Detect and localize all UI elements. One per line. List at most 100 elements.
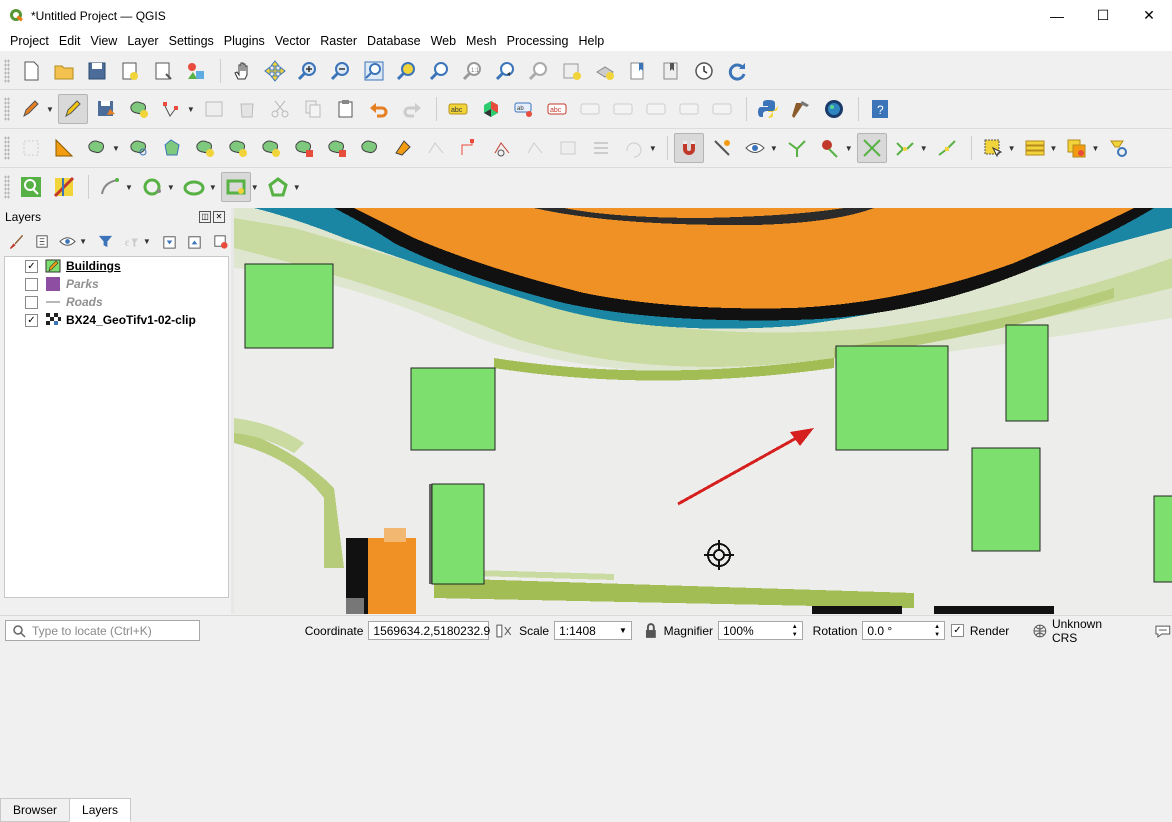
help-button[interactable]: ? xyxy=(865,94,895,124)
pan-map-button[interactable] xyxy=(227,56,257,86)
snap-dropdown[interactable]: ▼ xyxy=(770,144,778,153)
magnifier-spinbox[interactable]: 100% ▲ ▼ xyxy=(718,621,803,640)
map-themes-dropdown[interactable]: ▼ xyxy=(79,237,87,246)
copy-features-button[interactable] xyxy=(298,94,328,124)
polygon-tool-3-button[interactable] xyxy=(157,133,187,163)
digitize-rectangle-button[interactable] xyxy=(220,172,251,202)
digitize-curve-button[interactable] xyxy=(95,172,125,202)
select-attributes-dropdown[interactable]: ▼ xyxy=(1050,144,1058,153)
tab-layers[interactable]: Layers xyxy=(69,798,132,822)
current-edits-button[interactable] xyxy=(16,94,46,124)
tracing-button[interactable] xyxy=(782,133,812,163)
render-checkbox[interactable]: ✓ xyxy=(951,624,964,637)
coordinate-field[interactable]: 1569634.2,5180232.9 xyxy=(368,621,490,640)
reshape-features-button[interactable] xyxy=(388,133,418,163)
close-button[interactable]: ✕ xyxy=(1126,0,1172,31)
toggle-labels-button[interactable]: abc xyxy=(542,94,572,124)
modify-attributes-button[interactable] xyxy=(199,94,229,124)
select-by-attributes-button[interactable] xyxy=(1020,133,1050,163)
toggle-editing-button[interactable] xyxy=(57,94,88,124)
delete-selected-button[interactable] xyxy=(232,94,262,124)
remove-layer-button[interactable] xyxy=(210,230,231,252)
self-snap-dropdown[interactable]: ▼ xyxy=(845,144,853,153)
select-features-button[interactable] xyxy=(978,133,1008,163)
processing-toolbox-button[interactable] xyxy=(786,94,816,124)
layer-visibility-checkbox[interactable]: ✓ xyxy=(25,259,38,273)
show-bookmarks-button[interactable] xyxy=(656,56,686,86)
save-project-button[interactable] xyxy=(82,56,112,86)
crs-label[interactable]: Unknown CRS xyxy=(1052,617,1129,645)
layer-visibility-checkbox[interactable] xyxy=(25,295,38,309)
digitize-regular-polygon-button[interactable] xyxy=(263,172,293,202)
toolbar-grip[interactable] xyxy=(4,97,10,121)
menu-view[interactable]: View xyxy=(85,34,122,48)
zoom-next-button[interactable] xyxy=(524,56,554,86)
layer-visibility-checkbox[interactable]: ✓ xyxy=(25,313,38,327)
move-label-button[interactable] xyxy=(641,94,671,124)
undo-button[interactable] xyxy=(364,94,394,124)
cut-features-button[interactable] xyxy=(265,94,295,124)
temporal-controller-button[interactable] xyxy=(689,56,719,86)
new-project-button[interactable] xyxy=(16,56,46,86)
maximize-button[interactable]: ☐ xyxy=(1080,0,1126,31)
expand-all-button[interactable] xyxy=(159,230,180,252)
highlight-pinned-labels-button[interactable]: ab xyxy=(509,94,539,124)
rotate-symbols-dropdown[interactable]: ▼ xyxy=(649,144,657,153)
new-bookmark-button[interactable] xyxy=(623,56,653,86)
toolbar-grip[interactable] xyxy=(4,175,10,199)
zoom-to-selection-button[interactable] xyxy=(392,56,422,86)
snapping-button[interactable] xyxy=(673,133,704,163)
map-swipe-button[interactable] xyxy=(49,172,79,202)
menu-processing[interactable]: Processing xyxy=(502,34,574,48)
layout-manager-button[interactable] xyxy=(148,56,178,86)
manage-map-themes-button[interactable] xyxy=(57,230,78,252)
zoom-native-button[interactable]: 1:1 xyxy=(458,56,488,86)
merge-attributes-button[interactable] xyxy=(586,133,616,163)
polygon-tool-5-button[interactable] xyxy=(223,133,253,163)
rotate-label-button[interactable] xyxy=(674,94,704,124)
toolbar-grip[interactable] xyxy=(4,136,10,160)
add-polygon-feature-button[interactable] xyxy=(124,94,154,124)
split-parts-button[interactable] xyxy=(520,133,550,163)
menu-plugins[interactable]: Plugins xyxy=(219,34,270,48)
show-hide-labels-button[interactable] xyxy=(608,94,638,124)
rotate-point-symbols-button[interactable] xyxy=(619,133,649,163)
offset-curve-button[interactable] xyxy=(421,133,451,163)
scale-combo[interactable]: 1:1408 ▼ xyxy=(554,621,632,640)
digitize-circle-button[interactable] xyxy=(137,172,167,202)
zoom-full-button[interactable] xyxy=(359,56,389,86)
polygon-tool-7-button[interactable] xyxy=(289,133,319,163)
add-group-button[interactable] xyxy=(31,230,52,252)
float-panel-button[interactable]: ◫ xyxy=(199,211,211,223)
pan-to-selection-button[interactable] xyxy=(260,56,290,86)
layer-labeling-button[interactable]: abc xyxy=(443,94,473,124)
deselect-dropdown[interactable]: ▼ xyxy=(1091,144,1099,153)
tab-browser[interactable]: Browser xyxy=(0,798,71,822)
curve-dropdown[interactable]: ▼ xyxy=(125,183,133,192)
zoom-last-button[interactable] xyxy=(491,56,521,86)
metasearch-button[interactable] xyxy=(819,94,849,124)
reverse-line-button[interactable] xyxy=(454,133,484,163)
snap-type-button[interactable] xyxy=(856,133,887,163)
menu-layer[interactable]: Layer xyxy=(122,34,163,48)
zoom-in-button[interactable] xyxy=(293,56,323,86)
shape-tool-dropdown[interactable]: ▼ xyxy=(112,144,120,153)
layer-diagram-button[interactable] xyxy=(476,94,506,124)
python-console-button[interactable] xyxy=(753,94,783,124)
spin-arrows-icon[interactable]: ▲ ▼ xyxy=(792,623,798,639)
layer-row-parks[interactable]: Parks xyxy=(5,275,228,293)
menu-help[interactable]: Help xyxy=(573,34,609,48)
identify-features-button[interactable] xyxy=(1103,133,1133,163)
circle-dropdown[interactable]: ▼ xyxy=(167,183,175,192)
collapse-all-button[interactable] xyxy=(184,230,205,252)
menu-database[interactable]: Database xyxy=(362,34,426,48)
spin-arrows-icon[interactable]: ▲ ▼ xyxy=(934,623,940,639)
vertex-editor-button[interactable] xyxy=(932,133,962,163)
regular-polygon-dropdown[interactable]: ▼ xyxy=(293,183,301,192)
polygon-tool-8-button[interactable] xyxy=(322,133,352,163)
crs-globe-icon[interactable] xyxy=(1032,623,1048,639)
change-label-button[interactable] xyxy=(707,94,737,124)
snap-intersections-button[interactable] xyxy=(740,133,770,163)
polygon-tool-9-button[interactable] xyxy=(355,133,385,163)
split-features-button[interactable] xyxy=(487,133,517,163)
